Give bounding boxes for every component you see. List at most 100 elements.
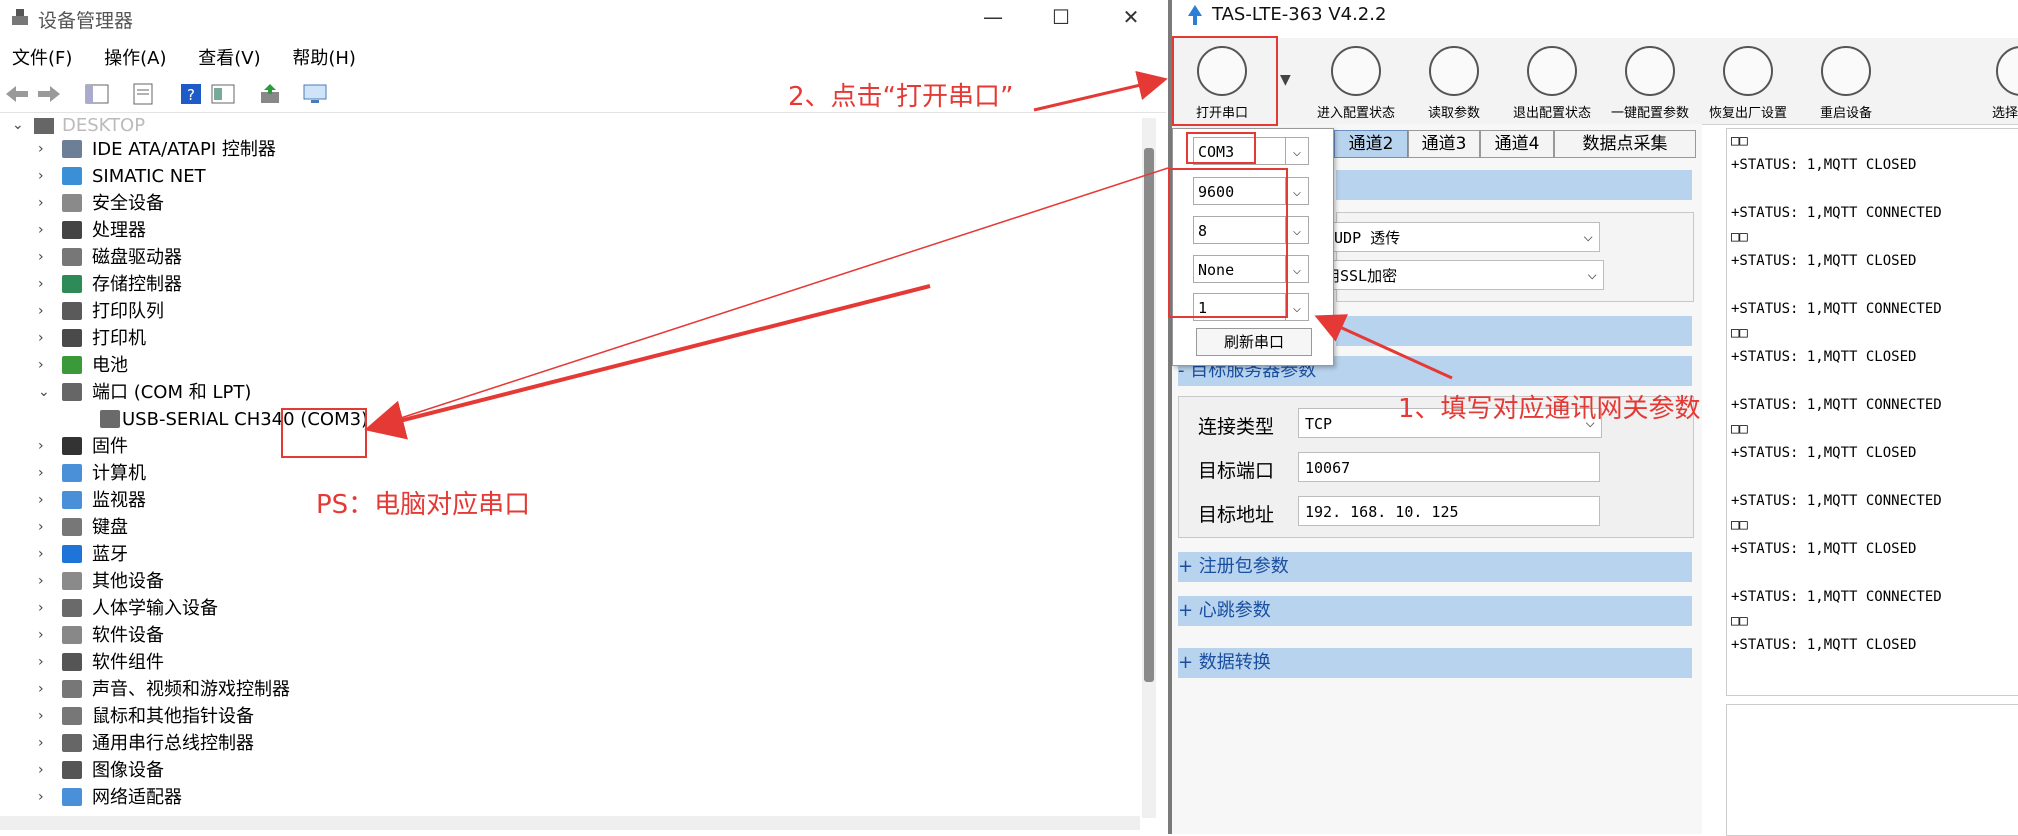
maximize-button[interactable]: ☐ bbox=[1038, 2, 1084, 32]
properties-icon[interactable] bbox=[130, 82, 156, 106]
log-line: +STATUS: 1,MQTT CONNECTED bbox=[1731, 301, 1942, 317]
select-button[interactable]: 选择 bbox=[1962, 46, 2018, 121]
factory-reset-button[interactable]: 恢复出厂设置 bbox=[1700, 46, 1796, 121]
tree-item-label: 图像设备 bbox=[92, 760, 164, 781]
device-manager-window: 设备管理器 — ☐ ✕ 文件(F) 操作(A) 查看(V) 帮助(H) ? ⌄ D… bbox=[0, 0, 1168, 834]
chevron-right-icon[interactable]: › bbox=[38, 190, 52, 217]
computer-icon bbox=[34, 118, 54, 134]
chevron-right-icon[interactable]: › bbox=[38, 244, 52, 271]
chevron-right-icon[interactable]: › bbox=[38, 163, 52, 190]
chevron-down-icon[interactable]: ⌄ bbox=[38, 379, 52, 406]
target-address-input[interactable]: 192. 168. 10. 125 bbox=[1298, 496, 1600, 526]
com3-highlight-box bbox=[281, 408, 367, 458]
tab-data-collection[interactable]: 数据点采集 bbox=[1554, 130, 1696, 158]
section-bar-middle[interactable] bbox=[1336, 316, 1692, 346]
scan-hardware-icon[interactable] bbox=[302, 82, 328, 106]
read-params-button[interactable]: 读取参数 bbox=[1406, 46, 1502, 121]
refresh-serial-button[interactable]: 刷新串口 bbox=[1196, 328, 1312, 356]
chevron-right-icon[interactable]: › bbox=[38, 757, 52, 784]
chevron-down-icon: ⌵ bbox=[1285, 293, 1309, 321]
chevron-right-icon[interactable]: › bbox=[38, 352, 52, 379]
work-mode-select[interactable]: /UDP 透传 bbox=[1318, 221, 1600, 252]
chevron-right-icon[interactable]: › bbox=[38, 649, 52, 676]
menu-action[interactable]: 操作(A) bbox=[104, 48, 166, 69]
log-line: +STATUS: 1,MQTT CONNECTED bbox=[1731, 589, 1942, 605]
send-input-area[interactable] bbox=[1726, 704, 2018, 836]
enter-config-button[interactable]: 进入配置状态 bbox=[1308, 46, 1404, 121]
chevron-right-icon[interactable]: › bbox=[38, 622, 52, 649]
tab-channel4[interactable]: 通道4 bbox=[1480, 130, 1554, 158]
tree-item-label: 其他设备 bbox=[92, 571, 164, 592]
device-tree: ⌄ DESKTOP › IDE ATA/ATAPI 控制器 › SIMATIC NET › 安… bbox=[0, 118, 1142, 818]
log-line: +STATUS: 1,MQTT CONNECTED bbox=[1731, 493, 1942, 509]
help-icon[interactable]: ? bbox=[178, 82, 204, 106]
log-line: +STATUS: 1,MQTT CONNECTED bbox=[1731, 205, 1942, 221]
minimize-button[interactable]: — bbox=[970, 2, 1016, 32]
chevron-right-icon[interactable]: › bbox=[38, 298, 52, 325]
menu-help[interactable]: 帮助(H) bbox=[292, 48, 356, 69]
log-line: +STATUS: 1,MQTT CLOSED bbox=[1731, 349, 1917, 365]
one-click-config-button[interactable]: 一键配置参数 bbox=[1602, 46, 1698, 121]
dm-horizontal-scrollbar[interactable] bbox=[0, 816, 1140, 830]
chevron-right-icon[interactable]: › bbox=[38, 784, 52, 811]
bluetooth-icon bbox=[62, 545, 82, 563]
ide-controller-icon bbox=[62, 140, 82, 158]
log-line: +STATUS: 1,MQTT CONNECTED bbox=[1731, 397, 1942, 413]
chevron-right-icon[interactable]: › bbox=[38, 703, 52, 730]
menu-file[interactable]: 文件(F) bbox=[12, 48, 72, 69]
chevron-right-icon[interactable]: › bbox=[38, 325, 52, 352]
chevron-right-icon[interactable]: › bbox=[38, 433, 52, 460]
section-bar-top[interactable] bbox=[1336, 170, 1692, 200]
chevron-right-icon[interactable]: › bbox=[38, 217, 52, 244]
log-output[interactable]: □□ +STATUS: 1,MQTT CLOSED +STATUS: 1,MQTT … bbox=[1726, 128, 2018, 696]
tree-item-label: 鼠标和其他指针设备 bbox=[92, 706, 254, 727]
chevron-right-icon[interactable]: › bbox=[38, 541, 52, 568]
tree-item-label: 网络适配器 bbox=[92, 787, 182, 808]
section-data-convert[interactable]: + 数据转换 bbox=[1178, 648, 1692, 678]
enter-config-label: 进入配置状态 bbox=[1316, 106, 1395, 121]
ssl-select[interactable]: 用SSL加密 bbox=[1318, 259, 1604, 290]
chevron-down-icon: ⌵ bbox=[1285, 177, 1309, 205]
back-arrow-icon[interactable] bbox=[4, 82, 30, 106]
computer-icon bbox=[62, 464, 82, 482]
chevron-right-icon[interactable]: › bbox=[38, 595, 52, 622]
keyboard-icon bbox=[62, 518, 82, 536]
section-heartbeat[interactable]: + 心跳参数 bbox=[1178, 596, 1692, 626]
target-port-input[interactable]: 10067 bbox=[1298, 452, 1600, 482]
tree-item-label: 计算机 bbox=[92, 463, 146, 484]
show-hide-tree-icon[interactable] bbox=[84, 82, 110, 106]
view-icon[interactable] bbox=[210, 82, 236, 106]
menu-view[interactable]: 查看(V) bbox=[198, 48, 260, 69]
chevron-right-icon[interactable]: › bbox=[38, 271, 52, 298]
update-driver-icon[interactable] bbox=[258, 82, 284, 106]
tab-channel3[interactable]: 通道3 bbox=[1408, 130, 1480, 158]
chevron-right-icon[interactable]: › bbox=[38, 487, 52, 514]
chevron-right-icon[interactable]: › bbox=[38, 568, 52, 595]
open-serial-dropdown-arrow[interactable]: ▼ bbox=[1280, 72, 1291, 88]
monitor-icon bbox=[62, 491, 82, 509]
forward-arrow-icon[interactable] bbox=[36, 82, 62, 106]
print-queue-icon bbox=[62, 302, 82, 320]
close-button[interactable]: ✕ bbox=[1108, 2, 1154, 32]
chevron-right-icon[interactable]: › bbox=[38, 136, 52, 163]
tab-channel2[interactable]: 通道2 bbox=[1334, 130, 1408, 158]
section-register-packet[interactable]: + 注册包参数 bbox=[1178, 552, 1692, 582]
exit-config-button[interactable]: 退出配置状态 bbox=[1504, 46, 1600, 121]
network-adapter-icon bbox=[62, 788, 82, 806]
dm-scroll-thumb[interactable] bbox=[1144, 148, 1154, 682]
chevron-right-icon[interactable]: › bbox=[38, 676, 52, 703]
restart-device-button[interactable]: 重启设备 bbox=[1798, 46, 1894, 121]
chevron-right-icon[interactable]: › bbox=[38, 730, 52, 757]
restart-device-label: 重启设备 bbox=[1819, 106, 1872, 121]
chevron-right-icon[interactable]: › bbox=[38, 460, 52, 487]
chevron-right-icon[interactable]: › bbox=[38, 514, 52, 541]
tree-item-label: 电池 bbox=[92, 355, 128, 376]
power-icon bbox=[1821, 46, 1871, 96]
tree-item-label: 安全设备 bbox=[92, 193, 164, 214]
select-label: 选择 bbox=[1991, 106, 2018, 121]
log-line: □□ bbox=[1731, 421, 1748, 437]
select-icon bbox=[1996, 46, 2018, 96]
tree-item-label: 通用串行总线控制器 bbox=[92, 733, 254, 754]
tree-item-label: IDE ATA/ATAPI 控制器 bbox=[92, 139, 276, 160]
exit-config-label: 退出配置状态 bbox=[1512, 106, 1591, 121]
